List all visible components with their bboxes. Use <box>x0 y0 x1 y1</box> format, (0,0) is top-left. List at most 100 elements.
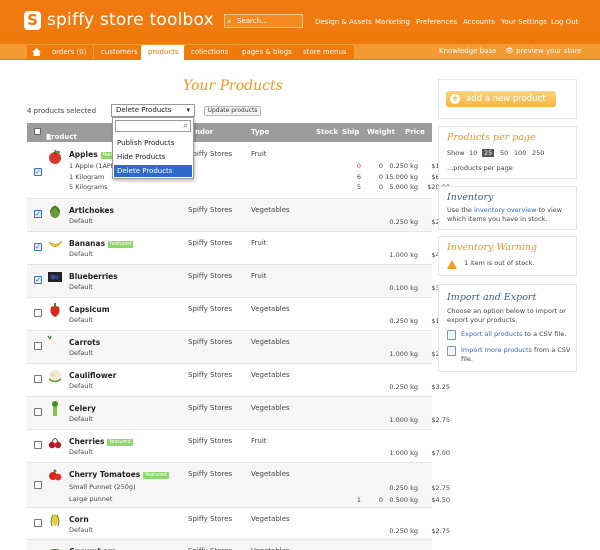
preview-store-label: preview your store <box>516 47 582 55</box>
nav-accounts[interactable]: Accounts <box>463 18 495 26</box>
update-products-button[interactable]: Update products <box>204 106 261 116</box>
product-type: Fruit <box>251 239 267 247</box>
variant-label: Default <box>69 217 93 225</box>
featured-badge: featured <box>143 472 169 479</box>
table-row[interactable]: Carrots Spiffy Stores Vegetables Default 1.0… <box>27 331 450 364</box>
product-name-blueberries[interactable]: Blueberries <box>69 272 118 281</box>
per-page-25[interactable]: 25 <box>482 149 495 157</box>
table-row[interactable]: Cherry Tomatoes featured Spiffy Stores Vege… <box>27 463 450 508</box>
row-checkbox-cherries[interactable] <box>34 441 42 449</box>
export-products-link[interactable]: Export all products <box>461 330 522 338</box>
table-row[interactable]: CucumbersSpiffy StoresVegetables <box>27 540 432 550</box>
table-row[interactable]: ✓ Artichokes Spiffy Stores Vegetables Defaul… <box>27 199 450 232</box>
row-checkbox-blueberries[interactable]: ✓ <box>34 276 42 284</box>
row-checkbox-cherry-tomatoes[interactable] <box>34 481 42 489</box>
preview-store-link[interactable]: 👁 preview your store <box>505 44 582 59</box>
col-type[interactable]: Type <box>251 128 269 136</box>
import-export-panel: Import and Export Choose an option below… <box>438 284 577 372</box>
per-page-250[interactable]: 250 <box>532 149 544 157</box>
nav-log-out[interactable]: Log Out <box>551 18 578 26</box>
table-row[interactable]: ✓ Bananas featured Spiffy Stores Fruit Defaul… <box>27 232 450 265</box>
import-text: Import more products from a CSV file. <box>461 346 573 364</box>
per-page-100[interactable]: 100 <box>514 149 526 157</box>
product-vendor: Spiffy Stores <box>188 437 233 445</box>
inventory-warning-text: 1 item is out of stock. <box>464 259 535 267</box>
dropdown-search-input[interactable]: ⌕ <box>115 120 191 132</box>
row-checkbox-capsicum[interactable] <box>34 309 42 317</box>
table-row[interactable]: Capsicum Spiffy Stores Vegetables Default 0.… <box>27 298 450 331</box>
tab-pages-blogs[interactable]: pages & blogs <box>235 45 299 60</box>
import-products-link[interactable]: Import more products <box>461 346 532 354</box>
row-checkbox-cauliflower[interactable] <box>34 375 42 383</box>
product-name-cherry-tomatoes[interactable]: Cherry Tomatoes featured <box>69 470 169 479</box>
tomato-icon <box>49 469 62 481</box>
nav-design-assets[interactable]: Design & Assets <box>315 18 372 26</box>
table-row[interactable]: Corn Spiffy Stores Vegetables Default 0.250 … <box>27 508 450 540</box>
per-page-10[interactable]: 10 <box>469 149 477 157</box>
row-checkbox-celery[interactable] <box>34 408 42 416</box>
product-type: Fruit <box>251 150 267 158</box>
add-product-button[interactable]: + add a new product <box>446 91 556 107</box>
col-weight[interactable]: Weight <box>367 128 395 136</box>
tab-store-menus[interactable]: store menus <box>296 45 354 60</box>
product-name-text: Cherry Tomatoes <box>69 470 141 479</box>
variant-weight: 0.100 kg <box>389 284 418 292</box>
product-name-cherries[interactable]: Cherries featured <box>69 437 133 446</box>
table-row[interactable]: ✓ Apples feat Spiffy Stores Fruit 1 Apple (1A… <box>27 143 450 199</box>
product-type: Vegetables <box>251 515 290 523</box>
row-checkbox-artichokes[interactable]: ✓ <box>34 210 42 218</box>
inventory-overview-link[interactable]: inventory overview <box>474 206 536 214</box>
product-name-text: Capsicum <box>69 305 110 314</box>
product-name-text: Celery <box>69 404 96 413</box>
col-price[interactable]: Price <box>405 128 425 136</box>
product-type: Vegetables <box>251 305 290 313</box>
bulk-action-select[interactable]: Delete Products ▾ <box>111 104 195 117</box>
nav-marketing[interactable]: Marketing <box>375 18 410 26</box>
option-hide-products[interactable]: Hide Products <box>114 151 192 163</box>
product-name-text: Cauliflower <box>69 371 117 380</box>
selected-count: 4 products selected <box>27 107 97 115</box>
row-checkbox-apples[interactable]: ✓ <box>34 168 42 176</box>
product-name-capsicum[interactable]: Capsicum <box>69 305 110 314</box>
per-page-50[interactable]: 50 <box>500 149 508 157</box>
table-row[interactable]: Celery Spiffy Stores Vegetables Default 1.00… <box>27 397 450 430</box>
table-row[interactable]: ✓ Blueberries Spiffy Stores Fruit Default 0.1… <box>27 265 450 298</box>
product-name-apples[interactable]: Apples feat <box>69 150 115 159</box>
search-input[interactable]: ⌕ Search... <box>224 14 303 28</box>
plus-icon: + <box>450 94 460 104</box>
knowledge-base-link[interactable]: Knowledge base <box>439 44 496 59</box>
option-delete-products[interactable]: Delete Products <box>114 165 192 177</box>
variant-ship: 0 <box>378 496 383 504</box>
nav-preferences[interactable]: Preferences <box>416 18 457 26</box>
variant-weight: 0.250 kg <box>389 383 418 391</box>
row-checkbox-carrots[interactable] <box>34 342 42 350</box>
product-name-bananas[interactable]: Bananas featured <box>69 239 134 248</box>
col-vendor[interactable]: ndor <box>195 128 213 136</box>
row-checkbox-bananas[interactable]: ✓ <box>34 243 42 251</box>
table-row[interactable]: Cherries featured Spiffy Stores Fruit Defaul… <box>27 430 450 463</box>
col-stock[interactable]: Stock <box>316 128 338 136</box>
nav-your-settings[interactable]: Your Settings <box>501 18 547 26</box>
variant-weight: 0.250 kg <box>389 162 418 170</box>
tab-home[interactable] <box>27 45 46 60</box>
logo-text: spiffy store toolbox <box>47 10 214 30</box>
select-all-checkbox[interactable] <box>34 128 41 135</box>
logo[interactable]: S spiffy store toolbox <box>24 10 214 30</box>
product-name-cauliflower[interactable]: Cauliflower <box>69 371 116 380</box>
inventory-warning-panel: Inventory Warning 1 item is out of stock… <box>438 236 577 276</box>
tab-products[interactable]: products <box>141 45 186 60</box>
export-rest: to a CSV file. <box>524 330 567 338</box>
option-publish-products[interactable]: Publish Products <box>114 137 192 149</box>
product-name-artichokes[interactable]: Artichokes <box>69 206 114 215</box>
product-name-corn[interactable]: Corn <box>69 515 89 524</box>
warning-icon <box>447 260 457 269</box>
product-name-celery[interactable]: Celery <box>69 404 96 413</box>
product-name-carrots[interactable]: Carrots <box>69 338 100 347</box>
tab-customers[interactable]: customers <box>94 45 145 60</box>
col-ship[interactable]: Ship <box>342 128 359 136</box>
row-checkbox-corn[interactable] <box>34 519 42 527</box>
tab-collections[interactable]: collections <box>184 45 236 60</box>
variant-price: $7.00 <box>431 449 450 457</box>
table-row[interactable]: Cauliflower Spiffy Stores Vegetables Defaul… <box>27 364 450 397</box>
tab-orders[interactable]: orders (0) <box>45 45 94 60</box>
